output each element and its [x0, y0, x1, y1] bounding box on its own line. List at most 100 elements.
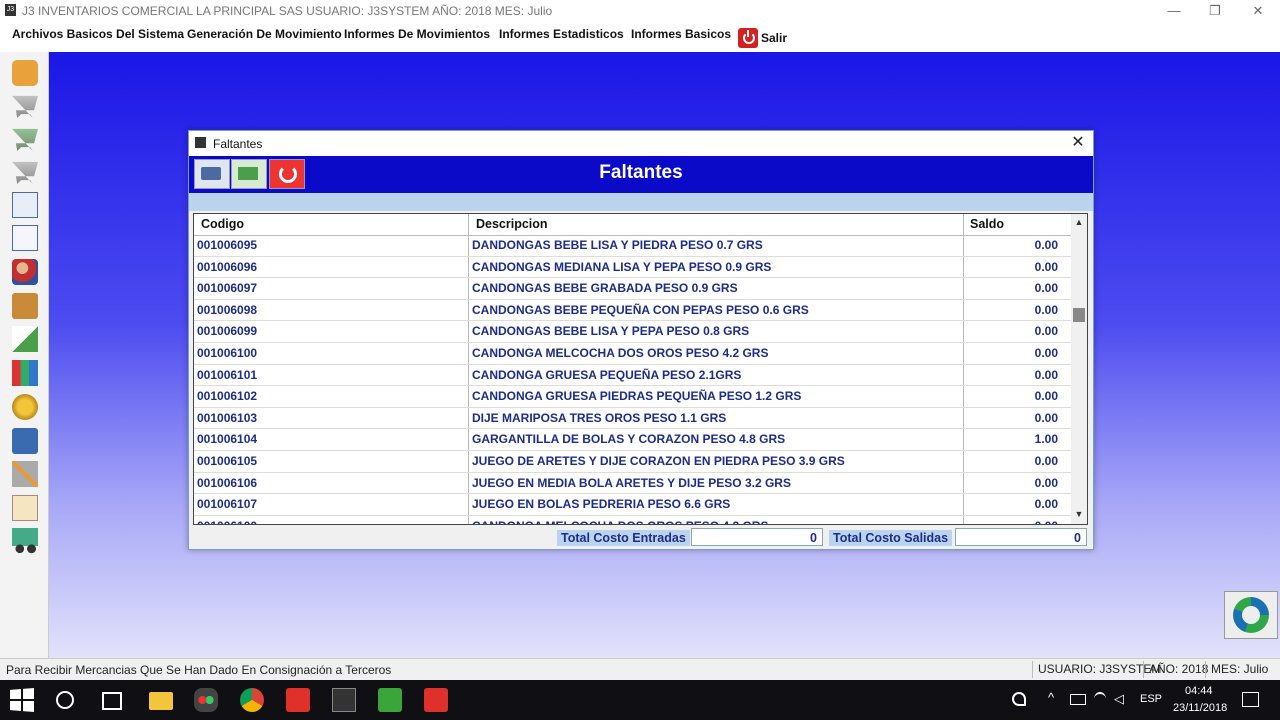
- clock-date[interactable]: 23/11/2018: [1173, 702, 1227, 714]
- table-row[interactable]: 001006096 CANDONGAS MEDIANA LISA Y PEPA P…: [194, 256, 1071, 279]
- table-row[interactable]: 001006099 CANDONGAS BEBE LISA Y PEPA PESO…: [194, 321, 1071, 343]
- app-icon: J3: [5, 4, 16, 16]
- tools-icon[interactable]: [12, 461, 38, 487]
- scroll-up-arrow[interactable]: ▲: [1071, 214, 1087, 230]
- table-row[interactable]: 001006103 DIJE MARIPOSA TRES OROS PESO 1.…: [194, 407, 1071, 430]
- table-row[interactable]: 001006104 GARGANTILLA DE BOLAS Y CORAZON …: [194, 429, 1071, 451]
- cell-codigo: 001006096: [197, 259, 258, 274]
- cell-saldo: 0.00: [963, 342, 1070, 364]
- totals-bar: Total Costo Entradas 0 Total Costo Salid…: [189, 527, 1093, 549]
- report-edit-icon[interactable]: [12, 192, 38, 218]
- dialog-app-icon: [195, 137, 206, 148]
- table-row[interactable]: 001006105 JUEGO DE ARETES Y DIJE CORAZON …: [194, 450, 1071, 473]
- cell-descripcion: CANDONGAS MEDIANA LISA Y PEPA PESO 0.9 G…: [468, 256, 963, 278]
- table-row[interactable]: 001006100CANDONGA MELCOCHA DOS OROS PESO…: [194, 342, 1071, 365]
- search-icon[interactable]: [56, 691, 74, 709]
- document-icon[interactable]: [12, 225, 38, 251]
- dialog-titlebar: Faltantes ✕: [189, 131, 1093, 156]
- table-row[interactable]: 001006095 DANDONGAS BEBE LISA Y PIEDRA PE…: [194, 235, 1071, 257]
- cell-descripcion: CANDONGA GRUESA PEQUEÑA PESO 2.1GRS: [468, 364, 963, 386]
- status-bar: Para Recibir Mercancias Que Se Han Dado …: [0, 658, 1280, 681]
- cell-codigo: 001006099: [197, 324, 258, 339]
- menu-salir[interactable]: Salir: [761, 31, 787, 45]
- cell-descripcion: CANDONGAS BEBE LISA Y PEPA PESO 0.8 GRS: [468, 321, 963, 342]
- forklift-icon[interactable]: [12, 528, 38, 554]
- battery-icon[interactable]: [1070, 694, 1086, 705]
- cart-icon[interactable]: [12, 95, 38, 118]
- group-icon[interactable]: [12, 428, 38, 454]
- windows-taskbar: ^ ◁ ESP 04:44 23/11/2018: [0, 680, 1280, 720]
- faltantes-dialog: Faltantes ✕ Faltantes Codigo Descripcion…: [188, 130, 1094, 550]
- cards-icon[interactable]: [12, 60, 38, 86]
- scroll-thumb[interactable]: [1073, 308, 1085, 322]
- language-indicator[interactable]: ESP: [1140, 693, 1162, 705]
- close-button[interactable]: ✕: [1236, 0, 1280, 22]
- minimize-button[interactable]: —: [1152, 0, 1196, 22]
- dialog-close-button[interactable]: ✕: [1065, 132, 1091, 154]
- table-row[interactable]: 001006107 JUEGO EN BOLAS PEDRERIA PESO 6.…: [194, 494, 1071, 516]
- menu-archivos-basicos[interactable]: Archivos Basicos Del Sistema: [12, 27, 184, 41]
- faltantes-grid[interactable]: Codigo Descripcion Saldo 001006095 DANDON…: [193, 213, 1088, 525]
- cell-codigo: 001006106: [197, 475, 258, 490]
- cell-descripcion: CANDONGAS BEBE PEQUEÑA CON PEPAS PESO 0.…: [468, 299, 963, 321]
- cell-codigo: 001006100: [197, 345, 258, 360]
- list-icon[interactable]: [12, 495, 38, 521]
- column-header-descripcion[interactable]: Descripcion: [468, 214, 963, 235]
- cell-descripcion: JUEGO EN BOLAS PEDRERIA PESO 6.6 GRS: [468, 494, 963, 515]
- cell-codigo: 001006100: [194, 516, 468, 524]
- coins-icon[interactable]: [12, 394, 38, 420]
- books-icon[interactable]: [12, 360, 38, 386]
- camtasia-red-icon[interactable]: [424, 688, 448, 712]
- people-icon[interactable]: [1012, 692, 1026, 706]
- restore-button[interactable]: ❐: [1193, 0, 1237, 22]
- menu-informes-basicos[interactable]: Informes Basicos: [631, 27, 731, 41]
- wifi-icon[interactable]: [1094, 692, 1106, 706]
- cart-add-icon[interactable]: [12, 128, 38, 151]
- j3-app-icon[interactable]: [332, 688, 356, 712]
- anydesk-icon[interactable]: [286, 688, 310, 712]
- dialog-header: Faltantes: [189, 156, 1093, 193]
- cell-saldo: 0.00: [963, 494, 1070, 515]
- camtasia-green-icon[interactable]: [378, 688, 402, 712]
- column-header-saldo[interactable]: Saldo: [963, 214, 1070, 235]
- left-toolbar: [0, 52, 49, 658]
- cell-saldo: 1.00: [963, 429, 1070, 450]
- grid-vertical-scrollbar[interactable]: ▲ ▼: [1071, 214, 1087, 524]
- table-row[interactable]: 001006097 CANDONGAS BEBE GRABADA PESO 0.9…: [194, 278, 1071, 300]
- cell-descripcion: GARGANTILLA DE BOLAS Y CORAZON PESO 4.8 …: [468, 429, 963, 450]
- menu-generacion-movimiento[interactable]: Generación De Movimiento: [187, 27, 342, 41]
- menu-informes-estadisticos[interactable]: Informes Estadisticos: [499, 27, 624, 41]
- table-row[interactable]: 001006100CANDONGA MELCOCHA DOS OROS PESO…: [194, 515, 1071, 524]
- table-row[interactable]: 001006098 CANDONGAS BEBE PEQUEÑA CON PEPA…: [194, 299, 1071, 322]
- table-row[interactable]: 001006106 JUEGO EN MEDIA BOLA ARETES Y DI…: [194, 472, 1071, 495]
- column-header-codigo[interactable]: Codigo: [194, 214, 468, 235]
- cell-saldo: 0.00: [963, 450, 1070, 472]
- power-icon[interactable]: [738, 28, 758, 48]
- notifications-icon[interactable]: [1242, 692, 1259, 707]
- menu-informes-movimientos[interactable]: Informes De Movimientos: [344, 27, 490, 41]
- users-icon[interactable]: [12, 259, 38, 285]
- cell-descripcion: JUEGO DE ARETES Y DIJE CORAZON EN PIEDRA…: [468, 450, 963, 472]
- window-title: J3 INVENTARIOS COMERCIAL LA PRINCIPAL SA…: [22, 4, 553, 18]
- cell-codigo: 001006104: [197, 432, 258, 447]
- cell-saldo: 0.00: [963, 407, 1070, 429]
- cell-saldo: 0.00: [963, 299, 1070, 321]
- cart-remove-icon[interactable]: [12, 161, 38, 184]
- task-view-icon[interactable]: [102, 692, 122, 710]
- box-icon[interactable]: [12, 293, 38, 319]
- total-costo-entradas-value: 0: [691, 528, 823, 546]
- cell-codigo: 001006101: [197, 367, 258, 382]
- checklist-icon[interactable]: [12, 326, 38, 352]
- table-row[interactable]: 001006102 CANDONGA GRUESA PIEDRAS PEQUEÑA…: [194, 386, 1071, 408]
- cell-saldo: 0.00: [963, 472, 1070, 494]
- file-explorer-icon[interactable]: [149, 692, 173, 710]
- volume-icon[interactable]: ◁: [1114, 691, 1124, 707]
- chrome-icon[interactable]: [240, 688, 264, 712]
- total-costo-salidas-label: Total Costo Salidas: [829, 530, 953, 546]
- game-controller-icon[interactable]: [194, 688, 218, 712]
- chevron-up-icon[interactable]: ^: [1048, 690, 1054, 705]
- windows-start-icon[interactable]: [10, 688, 34, 712]
- scroll-down-arrow[interactable]: ▼: [1071, 506, 1087, 522]
- table-row[interactable]: 001006101 CANDONGA GRUESA PEQUEÑA PESO 2.…: [194, 364, 1071, 387]
- clock-time[interactable]: 04:44: [1185, 685, 1213, 697]
